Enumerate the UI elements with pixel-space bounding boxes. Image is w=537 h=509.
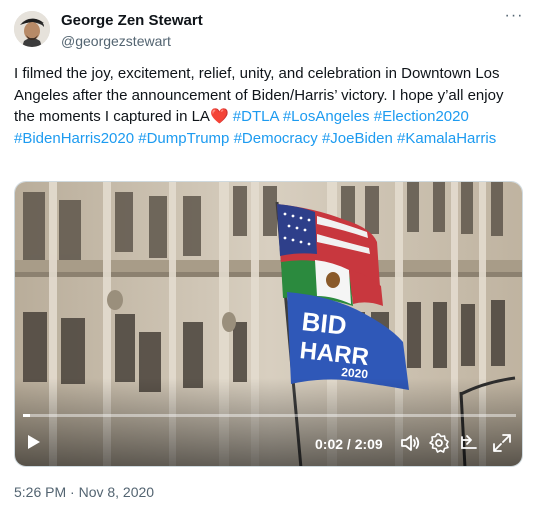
tweet-text-line: I filmed the joy, excitement, relief, un… — [14, 65, 472, 82]
hashtag-link[interactable]: #KamalaHarris — [397, 130, 496, 147]
hashtag-link[interactable]: #JoeBiden — [322, 130, 393, 147]
hashtag-link[interactable]: #DumpTrump — [138, 130, 229, 147]
settings-gear-icon[interactable] — [428, 432, 450, 454]
tweet-timestamp[interactable]: 5:26 PM · Nov 8, 2020 — [14, 484, 154, 501]
hashtag-link[interactable]: #Election2020 — [374, 108, 469, 125]
author-avatar[interactable] — [14, 11, 50, 47]
hashtag-link[interactable]: #BidenHarris2020 — [14, 130, 134, 147]
author-name[interactable]: George Zen Stewart — [61, 12, 203, 30]
heart-emoji: ❤️ — [209, 108, 229, 125]
video-progress-bar[interactable] — [23, 414, 516, 417]
play-icon[interactable] — [27, 434, 41, 450]
fullscreen-icon[interactable] — [491, 432, 513, 454]
hashtag-link[interactable]: #Democracy — [234, 130, 318, 147]
video-time-display: 0:02 / 2:09 — [315, 436, 383, 452]
tweet-text: I filmed the joy, excitement, relief, un… — [14, 63, 519, 149]
volume-icon[interactable] — [399, 432, 421, 454]
video-frame: BID HARR 2020 — [15, 182, 522, 466]
video-player[interactable]: BID HARR 2020 0:02 / 2:09 — [14, 181, 523, 467]
more-options-icon[interactable]: ··· — [503, 8, 525, 31]
video-progress-fill — [23, 414, 31, 417]
author-handle[interactable]: @georgezstewart — [61, 33, 171, 50]
hashtag-link[interactable]: #DTLA — [233, 108, 279, 125]
hashtag-link[interactable]: #LosAngeles — [283, 108, 370, 125]
flag-text: BID — [300, 306, 348, 341]
subtitles-icon[interactable] — [458, 432, 480, 454]
